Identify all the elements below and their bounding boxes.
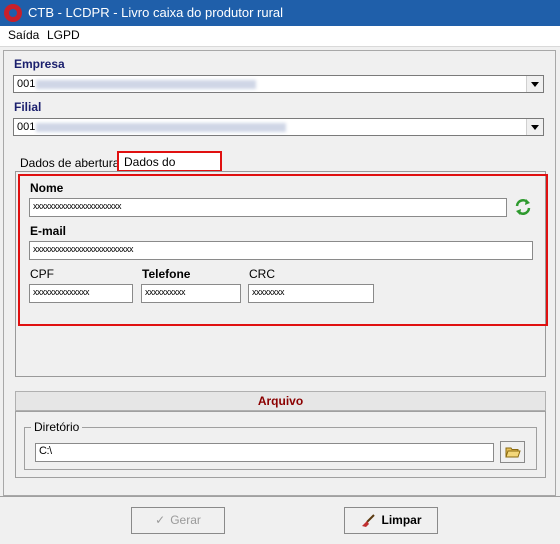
nome-field[interactable]: xxxxxxxxxxxxxxxxxxxxxx bbox=[29, 198, 507, 217]
cpf-field-value: xxxxxxxxxxxxxx bbox=[33, 287, 90, 297]
crc-field[interactable]: xxxxxxxx bbox=[248, 284, 374, 303]
diretorio-field-value: C:\ bbox=[39, 445, 52, 457]
limpar-button[interactable]: Limpar bbox=[344, 507, 438, 534]
gerar-button[interactable]: ✓ Gerar bbox=[131, 507, 225, 534]
crc-field-value: xxxxxxxx bbox=[252, 287, 285, 297]
diretorio-label: Diretório bbox=[31, 420, 83, 434]
tab-dados-abertura[interactable]: Dados de abertura bbox=[20, 156, 119, 170]
filial-select[interactable]: 001 bbox=[13, 118, 544, 136]
filial-select-value: 001 bbox=[17, 121, 36, 133]
menu-item-saida[interactable]: Saída bbox=[8, 28, 39, 42]
empresa-select[interactable]: 001 bbox=[13, 75, 544, 93]
filial-label: Filial bbox=[14, 100, 42, 114]
nome-field-value: xxxxxxxxxxxxxxxxxxxxxx bbox=[33, 201, 122, 211]
filial-redacted-name bbox=[36, 123, 286, 132]
diretorio-field[interactable]: C:\ bbox=[35, 443, 494, 462]
nome-label: Nome bbox=[30, 181, 64, 195]
empresa-redacted-name bbox=[36, 80, 256, 89]
limpar-button-label: Limpar bbox=[381, 513, 422, 527]
email-field-value: xxxxxxxxxxxxxxxxxxxxxxxxx bbox=[33, 244, 134, 254]
arquivo-section-header: Arquivo bbox=[15, 391, 546, 411]
empresa-label: Empresa bbox=[14, 57, 65, 71]
title-bar: CTB - LCDPR - Livro caixa do produtor ru… bbox=[0, 0, 560, 26]
tab-dados-contador[interactable]: Dados do contador bbox=[117, 151, 222, 183]
gerar-button-label: Gerar bbox=[170, 513, 201, 527]
email-label: E-mail bbox=[30, 224, 67, 238]
folder-open-icon bbox=[504, 445, 521, 459]
cpf-label: CPF bbox=[30, 267, 54, 281]
refresh-icon[interactable] bbox=[513, 197, 533, 217]
broom-icon bbox=[360, 508, 376, 533]
arquivo-header-label: Arquivo bbox=[257, 394, 304, 408]
chevron-down-icon[interactable] bbox=[526, 76, 543, 92]
cpf-field[interactable]: xxxxxxxxxxxxxx bbox=[29, 284, 133, 303]
checkmark-icon: ✓ bbox=[155, 513, 166, 527]
telefone-label: Telefone bbox=[142, 267, 191, 281]
menu-item-lgpd[interactable]: LGPD bbox=[47, 28, 80, 42]
menu-bar: Saída LGPD bbox=[0, 26, 560, 47]
telefone-field[interactable]: xxxxxxxxxx bbox=[141, 284, 241, 303]
empresa-select-value: 001 bbox=[17, 78, 36, 90]
window-title: CTB - LCDPR - Livro caixa do produtor ru… bbox=[28, 5, 284, 20]
chevron-down-icon[interactable] bbox=[526, 119, 543, 135]
crc-label: CRC bbox=[249, 267, 275, 281]
footer-separator bbox=[0, 496, 560, 497]
browse-folder-button[interactable] bbox=[500, 441, 525, 463]
app-logo-icon bbox=[4, 4, 22, 22]
email-field[interactable]: xxxxxxxxxxxxxxxxxxxxxxxxx bbox=[29, 241, 533, 260]
telefone-field-value: xxxxxxxxxx bbox=[145, 287, 186, 297]
